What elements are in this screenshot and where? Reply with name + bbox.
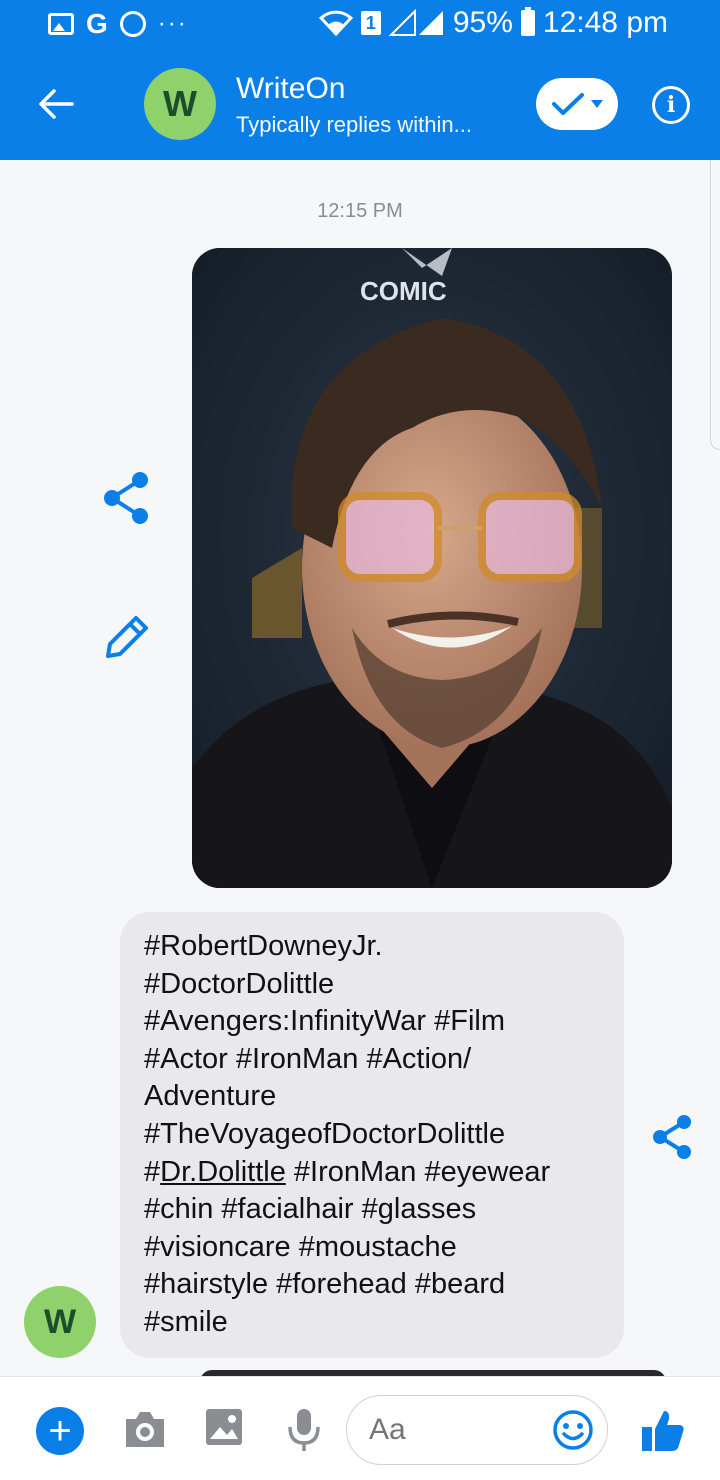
- battery-percent: 95%: [452, 6, 513, 39]
- pencil-icon: [106, 616, 148, 658]
- more-notifications-icon: ···: [157, 10, 188, 37]
- portrait-photo: COMIC: [192, 248, 672, 888]
- message-line: #TheVoyageofDoctorDolittle: [144, 1117, 506, 1150]
- message-line-with-link: #Dr.Dolittle #IronMan #eyewear: [144, 1154, 600, 1192]
- conversation-header: W WriteOn Typically replies within... i: [0, 48, 720, 160]
- gallery-button[interactable]: [204, 1407, 244, 1452]
- message-line: #visioncare #moustache: [144, 1230, 457, 1263]
- message-line: #Actor #IronMan #Action/: [144, 1042, 472, 1075]
- arrow-left-icon: [39, 89, 74, 119]
- emoji-button[interactable]: [552, 1409, 594, 1456]
- backdrop-logo-text: COMIC: [360, 276, 447, 306]
- message-line: #DoctorDolittle: [144, 967, 335, 1000]
- message-line: Adventure: [144, 1080, 277, 1113]
- like-button[interactable]: [640, 1407, 686, 1458]
- photo-message[interactable]: COMIC: [192, 248, 672, 888]
- wifi-icon: [318, 10, 353, 36]
- edit-photo-button[interactable]: [100, 612, 152, 669]
- sender-avatar[interactable]: W: [24, 1286, 96, 1358]
- clock: 12:48 pm: [542, 6, 668, 39]
- share-message-button[interactable]: [650, 1114, 694, 1165]
- microphone-icon: [288, 1409, 320, 1451]
- share-photo-button[interactable]: [100, 470, 152, 531]
- share-icon: [104, 472, 148, 524]
- hashtags-message-bubble[interactable]: #RobertDowneyJr. #DoctorDolittle #Avenge…: [120, 912, 624, 1358]
- message-line: #Avengers:InfinityWar #Film: [144, 1005, 506, 1038]
- thumbs-up-icon: [642, 1411, 684, 1451]
- caret-down-icon: [591, 100, 603, 108]
- contact-status: Typically replies within...: [236, 112, 472, 137]
- contact-name[interactable]: WriteOn: [236, 72, 345, 106]
- info-button[interactable]: i: [652, 86, 690, 124]
- gallery-notification-icon: [48, 13, 74, 35]
- message-line: #hairstyle #forehead #beard: [144, 1268, 506, 1301]
- checkmark-icon: [552, 93, 584, 115]
- message-line: #chin #facialhair #glasses: [144, 1193, 477, 1226]
- battery-icon: [520, 7, 535, 36]
- camera-button[interactable]: [122, 1409, 168, 1454]
- whatsapp-icon: [119, 11, 146, 37]
- message-line: #RobertDowneyJr.: [144, 930, 383, 962]
- sim-slot-icon: 1: [360, 11, 381, 35]
- back-button[interactable]: [32, 82, 80, 126]
- contact-avatar[interactable]: W: [144, 68, 216, 140]
- share-icon: [653, 1115, 691, 1159]
- mark-done-button[interactable]: [536, 78, 618, 130]
- google-icon: G: [86, 8, 108, 39]
- line-suffix: #IronMan #eyewear: [285, 1155, 551, 1188]
- hash-prefix: #: [144, 1155, 161, 1188]
- status-left-icons: G ···: [48, 8, 188, 40]
- voice-message-button[interactable]: [286, 1407, 322, 1458]
- more-actions-button[interactable]: +: [36, 1407, 84, 1455]
- smiley-icon: [553, 1410, 593, 1450]
- signal-strength-icon: [388, 9, 445, 37]
- message-composer: +: [0, 1376, 720, 1480]
- dr-dolittle-link[interactable]: Dr.Dolittle: [160, 1156, 286, 1188]
- camera-icon: [126, 1412, 164, 1447]
- image-icon: [206, 1409, 242, 1445]
- message-timestamp: 12:15 PM: [317, 200, 403, 222]
- status-bar: G ··· 1 95% 12:48 pm: [0, 0, 720, 48]
- status-right-icons: 1 95% 12:48 pm: [318, 6, 668, 40]
- message-line: #smile: [144, 1305, 228, 1338]
